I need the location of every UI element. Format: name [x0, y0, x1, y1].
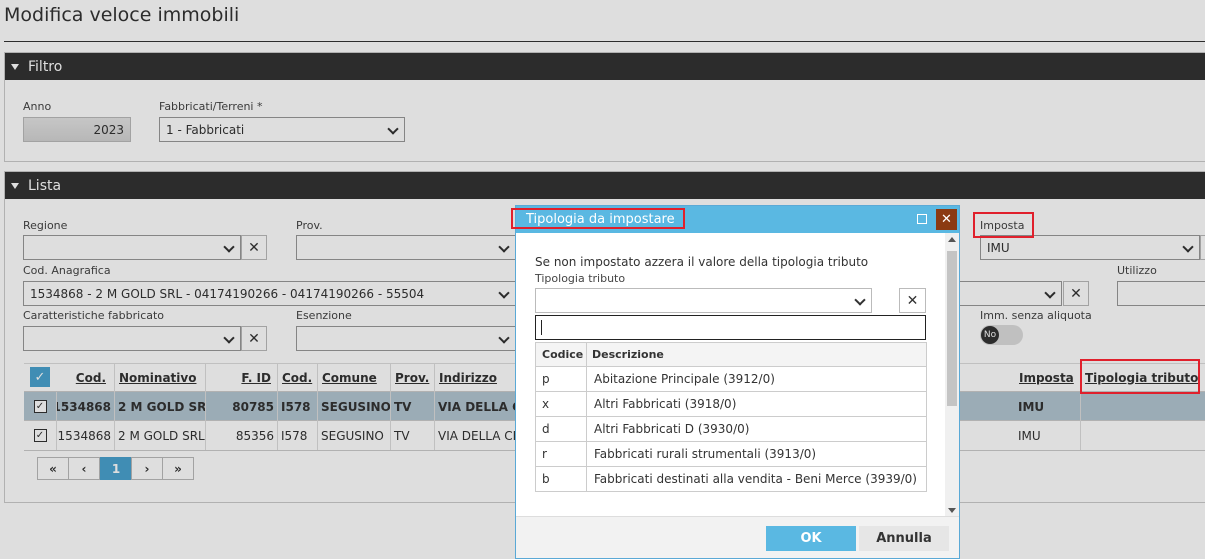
list-item[interactable]: p Abitazione Principale (3912/0) — [536, 367, 926, 392]
tipologia-tributo-label: Tipologia tributo — [535, 272, 626, 285]
dialog-body: Se non impostato azzera il valore della … — [516, 233, 946, 518]
dialog-footer: OK Annulla — [516, 516, 959, 558]
list-item[interactable]: d Altri Fabbricati D (3930/0) — [536, 417, 926, 442]
option-code: p — [536, 367, 587, 391]
highlight-tipologia-tributo — [1080, 359, 1200, 394]
list-item[interactable]: x Altri Fabbricati (3918/0) — [536, 392, 926, 417]
col-codice: Codice — [536, 343, 587, 366]
option-code: r — [536, 442, 587, 466]
tipologia-tributo-clear-button[interactable]: ✕ — [899, 288, 926, 313]
list-item[interactable]: b Fabbricati destinati alla vendita - Be… — [536, 467, 926, 492]
option-desc: Altri Fabbricati (3918/0) — [594, 397, 737, 411]
option-desc: Fabbricati destinati alla vendita - Beni… — [594, 472, 917, 486]
maximize-icon[interactable] — [917, 214, 927, 224]
highlight-dialog-title — [511, 208, 685, 229]
option-desc: Altri Fabbricati D (3930/0) — [594, 422, 750, 436]
ok-button[interactable]: OK — [766, 526, 856, 551]
chevron-down-icon — [854, 294, 866, 306]
list-item[interactable]: r Fabbricati rurali strumentali (3913/0) — [536, 442, 926, 467]
option-desc: Fabbricati rurali strumentali (3913/0) — [594, 447, 817, 461]
highlight-imposta — [973, 212, 1034, 238]
option-code: d — [536, 417, 587, 441]
tipologia-dialog: Tipologia da impostare ✕ Se non impostat… — [515, 205, 960, 559]
tipologia-tributo-select[interactable] — [535, 288, 872, 313]
option-code: b — [536, 467, 587, 491]
option-code: x — [536, 392, 587, 416]
cancel-button[interactable]: Annulla — [859, 526, 949, 551]
col-descrizione: Descrizione — [592, 348, 664, 361]
tipologia-table-header: Codice Descrizione — [536, 342, 926, 367]
scroll-down-icon[interactable] — [948, 508, 956, 513]
dialog-scrollbar[interactable] — [945, 233, 959, 518]
tipologia-table: Codice Descrizione p Abitazione Principa… — [535, 342, 927, 492]
dialog-info-text: Se non impostato azzera il valore della … — [535, 255, 869, 269]
option-desc: Abitazione Principale (3912/0) — [594, 372, 775, 386]
scroll-up-icon[interactable] — [948, 237, 956, 242]
scrollbar-thumb[interactable] — [947, 251, 957, 406]
text-cursor — [541, 320, 542, 335]
close-icon[interactable]: ✕ — [936, 209, 957, 230]
tipologia-search-input[interactable] — [535, 315, 926, 340]
